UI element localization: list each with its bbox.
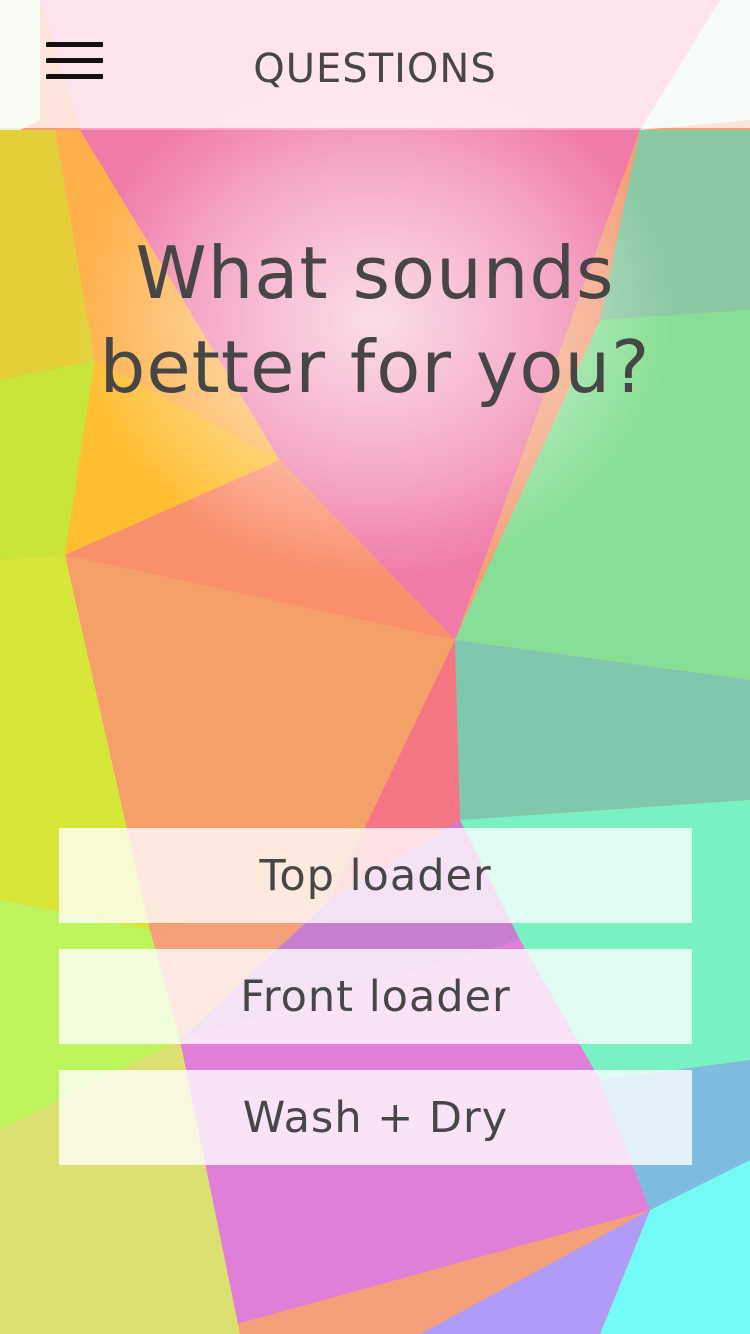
question-line-1: What sounds: [135, 231, 615, 315]
answer-top-loader-button[interactable]: Top loader: [59, 828, 692, 923]
answer-front-loader-button[interactable]: Front loader: [59, 949, 692, 1044]
question-text: What sounds better for you?: [60, 226, 690, 414]
answer-options: Top loader Front loader Wash + Dry: [59, 828, 692, 1191]
top-nav-bar: QUESTIONS: [0, 0, 750, 128]
answer-wash-dry-button[interactable]: Wash + Dry: [59, 1070, 692, 1165]
page-title: QUESTIONS: [253, 46, 497, 92]
question-line-2: better for you?: [99, 325, 651, 409]
